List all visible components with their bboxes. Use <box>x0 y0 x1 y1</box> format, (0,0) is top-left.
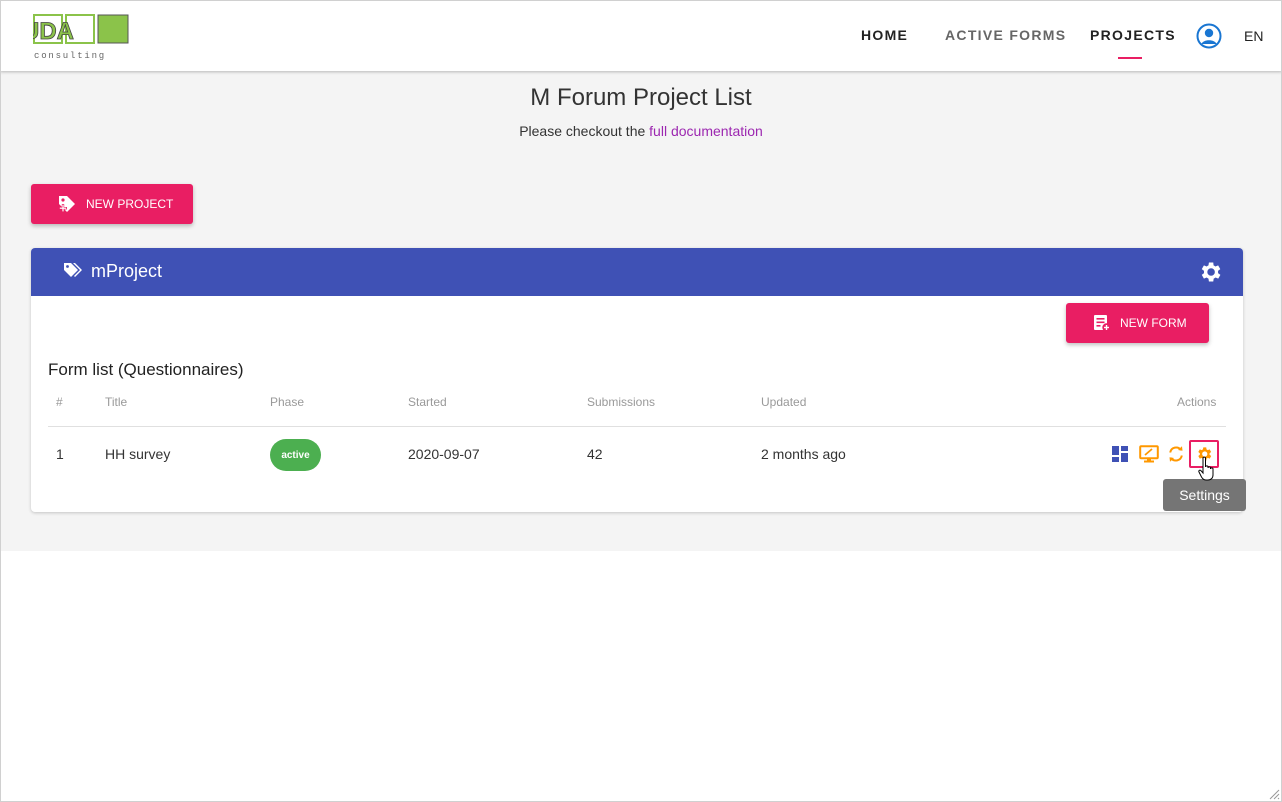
column-header-started: Started <box>408 395 447 409</box>
project-card-header: mProject <box>31 248 1243 296</box>
status-badge: active <box>270 439 321 471</box>
settings-tooltip: Settings <box>1163 479 1246 511</box>
refresh-icon[interactable] <box>1167 445 1185 463</box>
new-project-button[interactable]: NEW PROJECT <box>31 184 193 224</box>
row-index: 1 <box>56 446 64 462</box>
column-header-updated: Updated <box>761 395 807 409</box>
new-form-label: NEW FORM <box>1120 316 1187 330</box>
page-title: M Forum Project List <box>530 84 752 111</box>
row-submissions: 42 <box>587 446 603 462</box>
logo-letter: UDA <box>33 18 74 45</box>
user-circle-icon[interactable] <box>1196 23 1222 49</box>
new-project-label: NEW PROJECT <box>86 197 174 211</box>
uda-logo[interactable]: UDA consulting <box>33 13 133 61</box>
column-header-title: Title <box>105 395 128 409</box>
nav-active-indicator <box>1118 57 1142 59</box>
documentation-link[interactable]: full documentation <box>649 123 763 139</box>
gear-icon[interactable] <box>1197 259 1223 285</box>
column-header-phase: Phase <box>270 395 305 409</box>
nav-projects[interactable]: PROJECTS <box>1090 27 1176 47</box>
logo-subtext: consulting <box>34 51 106 61</box>
resize-grip-icon[interactable] <box>1266 786 1280 800</box>
project-card: mProject <box>31 248 1243 512</box>
top-navbar: UDA consulting HOME ACTIVE FORMS PROJECT… <box>0 0 1282 71</box>
new-form-button[interactable]: NEW FORM <box>1066 303 1209 343</box>
row-title: HH survey <box>105 446 171 462</box>
page-subtitle: Please checkout the full documentation <box>0 123 1282 139</box>
project-name: mProject <box>91 261 163 281</box>
hand-cursor-icon <box>1198 456 1214 481</box>
table-divider <box>48 426 1226 427</box>
tag-plus-icon <box>59 196 75 213</box>
monitor-icon[interactable] <box>1139 445 1159 463</box>
language-selector[interactable]: EN <box>1244 28 1263 44</box>
dashboard-icon[interactable] <box>1111 445 1129 463</box>
subtitle-text: Please checkout the <box>519 123 646 139</box>
column-header-actions: Actions <box>1177 395 1217 409</box>
column-header-submissions: Submissions <box>587 395 656 409</box>
row-updated: 2 months ago <box>761 446 846 462</box>
column-header-index: # <box>56 395 63 409</box>
nav-active-forms[interactable]: ACTIVE FORMS <box>945 27 1066 47</box>
form-list-title: Form list (Questionnaires) <box>48 360 244 379</box>
nav-home[interactable]: HOME <box>861 27 908 47</box>
row-started: 2020-09-07 <box>408 446 480 462</box>
form-plus-icon <box>1094 315 1111 332</box>
tags-icon <box>64 263 82 277</box>
